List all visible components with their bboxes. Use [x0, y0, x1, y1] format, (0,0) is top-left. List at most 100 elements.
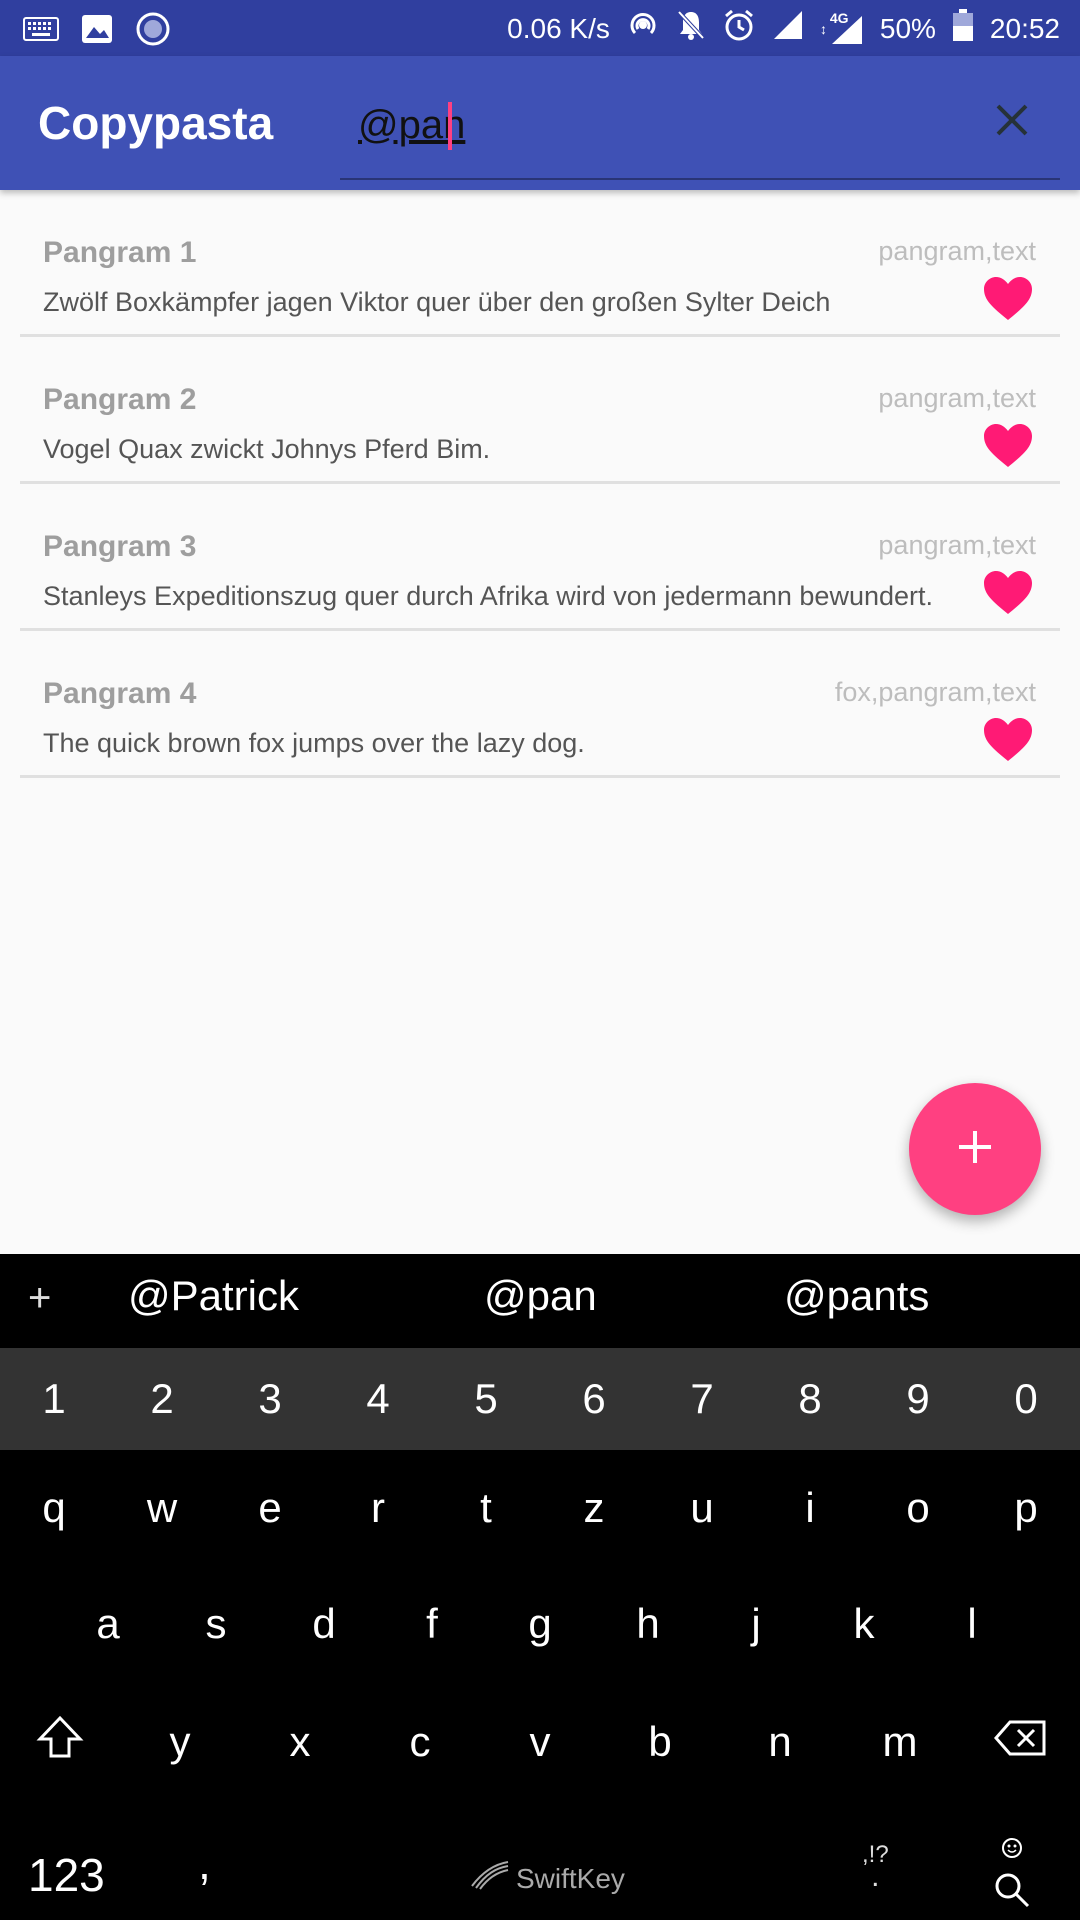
- item-text: Zwölf Boxkämpfer jagen Viktor quer über …: [43, 287, 831, 317]
- network-speed: 0.06 K/s: [507, 12, 610, 44]
- list-item[interactable]: Pangram 4 fox,pangram,text The quick bro…: [20, 631, 1060, 778]
- hotspot-icon: [626, 8, 660, 49]
- key-x[interactable]: x: [240, 1684, 360, 1800]
- key-p[interactable]: p: [972, 1450, 1080, 1566]
- key-i[interactable]: i: [756, 1450, 864, 1566]
- heart-icon[interactable]: [982, 276, 1034, 322]
- add-snippet-button[interactable]: [909, 1083, 1041, 1215]
- key-o[interactable]: o: [864, 1450, 972, 1566]
- item-tags: pangram,text: [878, 530, 1036, 560]
- keyboard-icon: [22, 10, 60, 48]
- period-label: .: [871, 1860, 880, 1893]
- key-w[interactable]: w: [108, 1450, 216, 1566]
- shift-key[interactable]: [0, 1684, 120, 1800]
- item-tags: pangram,text: [878, 383, 1036, 413]
- network-type: 4G: [829, 9, 849, 26]
- key-7[interactable]: 7: [648, 1348, 756, 1450]
- key-j[interactable]: j: [702, 1566, 810, 1682]
- list-item[interactable]: Pangram 2 pangram,text Vogel Quax zwickt…: [20, 337, 1060, 484]
- backspace-key[interactable]: [960, 1684, 1080, 1800]
- key-2[interactable]: 2: [108, 1348, 216, 1450]
- key-4[interactable]: 4: [324, 1348, 432, 1450]
- key-r[interactable]: r: [324, 1450, 432, 1566]
- key-q[interactable]: q: [0, 1450, 108, 1566]
- number-row: 1 2 3 4 5 6 7 8 9 0: [0, 1348, 1080, 1450]
- key-h[interactable]: h: [594, 1566, 702, 1682]
- comma-key[interactable]: ,: [198, 1836, 211, 1890]
- swiftkey-logo-icon: [470, 1860, 510, 1897]
- image-icon: [78, 10, 116, 48]
- list-item[interactable]: Pangram 3 pangram,text Stanleys Expediti…: [20, 484, 1060, 631]
- item-text: Stanleys Expeditionszug quer durch Afrik…: [43, 581, 933, 611]
- status-right: 0.06 K/s 4G ↕ 50% 20:52: [507, 8, 1060, 49]
- key-5[interactable]: 5: [432, 1348, 540, 1450]
- key-y[interactable]: y: [120, 1684, 240, 1800]
- bell-off-icon: [676, 9, 706, 48]
- item-text: The quick brown fox jumps over the lazy …: [43, 728, 585, 758]
- key-a[interactable]: a: [54, 1566, 162, 1682]
- shift-icon: [36, 1715, 84, 1769]
- key-s[interactable]: s: [162, 1566, 270, 1682]
- key-b[interactable]: b: [600, 1684, 720, 1800]
- key-9[interactable]: 9: [864, 1348, 972, 1450]
- search-field[interactable]: [340, 84, 1060, 180]
- close-icon[interactable]: [988, 96, 1036, 144]
- search-input[interactable]: [356, 96, 960, 154]
- suggestion-1[interactable]: @Patrick: [128, 1272, 299, 1320]
- suggestion-3[interactable]: @pants: [784, 1272, 929, 1320]
- text-cursor: [448, 102, 452, 150]
- battery-icon: [952, 8, 974, 49]
- key-z[interactable]: z: [540, 1450, 648, 1566]
- heart-icon[interactable]: [982, 717, 1034, 763]
- keyboard: + @Patrick @pan @pants 1 2 3 4 5 6 7 8 9…: [0, 1254, 1080, 1920]
- suggestion-bar: + @Patrick @pan @pants: [0, 1254, 1080, 1348]
- key-d[interactable]: d: [270, 1566, 378, 1682]
- brand-label: SwiftKey: [516, 1862, 625, 1894]
- circle-icon: [134, 10, 172, 48]
- list-item[interactable]: Pangram 1 pangram,text Zwölf Boxkämpfer …: [20, 190, 1060, 337]
- symbols-key[interactable]: 123: [28, 1848, 105, 1902]
- key-l[interactable]: l: [918, 1566, 1026, 1682]
- key-v[interactable]: v: [480, 1684, 600, 1800]
- key-0[interactable]: 0: [972, 1348, 1080, 1450]
- key-n[interactable]: n: [720, 1684, 840, 1800]
- heart-icon[interactable]: [982, 570, 1034, 616]
- svg-text:↕: ↕: [820, 21, 827, 37]
- suggestion-2[interactable]: @pan: [484, 1272, 597, 1320]
- app-title: Copypasta: [38, 97, 274, 149]
- key-f[interactable]: f: [378, 1566, 486, 1682]
- key-e[interactable]: e: [216, 1450, 324, 1566]
- key-1[interactable]: 1: [0, 1348, 108, 1450]
- clock: 20:52: [989, 12, 1060, 44]
- key-u[interactable]: u: [648, 1450, 756, 1566]
- item-tags: fox,pangram,text: [834, 677, 1036, 707]
- plus-icon: [955, 1127, 995, 1172]
- item-title: Pangram 1: [43, 236, 197, 269]
- bottom-row: 123 , SwiftKey ,!? .: [0, 1822, 1080, 1920]
- item-title: Pangram 3: [43, 530, 197, 563]
- backspace-icon: [994, 1718, 1046, 1766]
- punctuation-key[interactable]: ,!? .: [862, 1843, 889, 1893]
- signal-icon: [772, 9, 804, 48]
- app-bar: Copypasta: [0, 56, 1080, 190]
- heart-icon[interactable]: [982, 423, 1034, 469]
- item-tags: pangram,text: [878, 236, 1036, 266]
- space-key[interactable]: SwiftKey: [470, 1860, 625, 1897]
- letter-row-3: y x c v b n m: [0, 1684, 1080, 1800]
- key-k[interactable]: k: [810, 1566, 918, 1682]
- signal-4g-icon: 4G ↕: [820, 9, 864, 46]
- item-title: Pangram 2: [43, 383, 197, 416]
- alarm-icon: [722, 8, 756, 49]
- key-3[interactable]: 3: [216, 1348, 324, 1450]
- key-6[interactable]: 6: [540, 1348, 648, 1450]
- status-bar: 0.06 K/s 4G ↕ 50% 20:52: [0, 0, 1080, 56]
- key-m[interactable]: m: [840, 1684, 960, 1800]
- expand-toolbar-button[interactable]: +: [28, 1276, 51, 1321]
- key-8[interactable]: 8: [756, 1348, 864, 1450]
- key-g[interactable]: g: [486, 1566, 594, 1682]
- key-c[interactable]: c: [360, 1684, 480, 1800]
- item-text: Vogel Quax zwickt Johnys Pferd Bim.: [43, 434, 491, 464]
- key-t[interactable]: t: [432, 1450, 540, 1566]
- emoji-search-key[interactable]: [990, 1834, 1034, 1914]
- letter-row-1: q w e r t z u i o p: [0, 1450, 1080, 1566]
